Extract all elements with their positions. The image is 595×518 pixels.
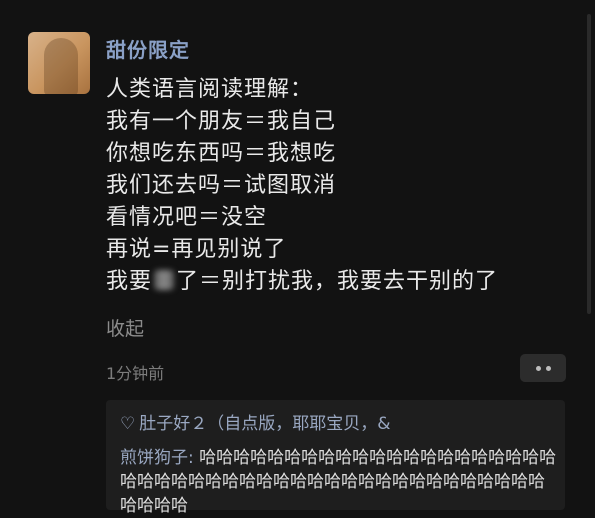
more-dots-icon xyxy=(545,365,551,371)
username[interactable]: 甜份限定 xyxy=(106,34,190,63)
timestamp: 1分钟前 xyxy=(106,364,165,383)
comment-post: 甜份限定 人类语言阅读理解： 我有一个朋友＝我自己 你想吃东西吗＝我想吃 我们还… xyxy=(0,0,595,516)
post-line: 你想吃东西吗＝我想吃 xyxy=(106,141,337,166)
avatar-silhouette xyxy=(44,38,78,94)
post-line-last-start: 我要 xyxy=(106,269,153,294)
post-line: 我们还去吗＝试图取消 xyxy=(106,173,337,198)
post-content: 人类语言阅读理解： 我有一个朋友＝我自己 你想吃东西吗＝我想吃 我们还去吗＝试图… xyxy=(106,74,498,298)
post-line: 人类语言阅读理解： xyxy=(106,77,314,102)
blurred-text xyxy=(154,270,175,290)
more-dots-icon xyxy=(535,365,541,371)
likes-text: 肚子好２（自点版，耶耶宝贝，& xyxy=(139,414,391,434)
likes-row[interactable]: ♡ 肚子好２（自点版，耶耶宝贝，& xyxy=(120,409,391,434)
avatar[interactable] xyxy=(28,32,90,94)
scrollbar[interactable] xyxy=(587,14,591,314)
collapse-button[interactable]: 收起 xyxy=(106,314,144,341)
more-button[interactable] xyxy=(520,354,566,382)
post-line: 再说=再见别说了 xyxy=(106,237,287,262)
reply-author[interactable]: 煎饼狗子: xyxy=(120,448,194,468)
post-line: 看情况吧＝没空 xyxy=(106,205,268,230)
heart-outline-icon: ♡ xyxy=(120,414,136,434)
post-line-last-end: 了＝别打扰我，我要去干别的了 xyxy=(176,269,499,294)
post-line: 我有一个朋友＝我自己 xyxy=(106,109,337,134)
post-line-last: 我要 了＝别打扰我，我要去干别的了 xyxy=(106,266,498,298)
reply-item[interactable]: 煎饼狗子: 哈哈哈哈哈哈哈哈哈哈哈哈哈哈哈哈哈哈哈哈哈哈哈哈哈哈哈哈哈哈哈哈哈哈… xyxy=(120,446,560,518)
